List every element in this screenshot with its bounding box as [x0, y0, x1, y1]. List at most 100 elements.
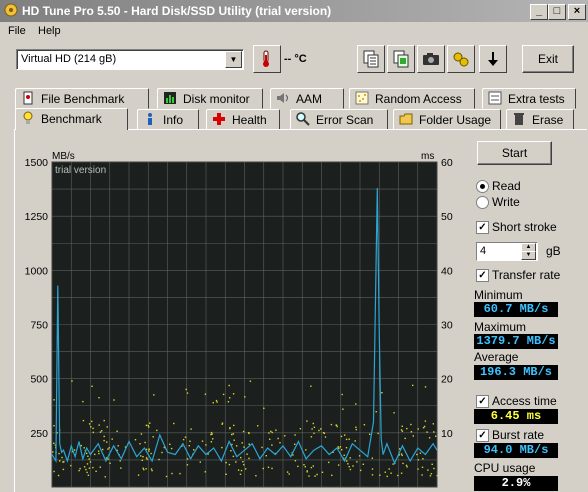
- access-time-point: [188, 445, 190, 447]
- burst-rate-checkbox[interactable]: ✓: [476, 429, 489, 442]
- access-time-point: [205, 444, 207, 446]
- access-time-point: [345, 447, 348, 449]
- access-time-point: [246, 453, 248, 455]
- access-time-point: [337, 464, 340, 466]
- access-time-point: [73, 449, 76, 451]
- burst-rate-label: Burst rate: [492, 428, 545, 442]
- access-time-point: [299, 428, 302, 430]
- access-time-point: [404, 437, 406, 440]
- menu-help[interactable]: Help: [38, 25, 61, 37]
- tab-file-benchmark[interactable]: File Benchmark: [15, 88, 149, 109]
- access-time-point: [232, 455, 235, 458]
- access-time-point: [248, 432, 250, 434]
- start-button[interactable]: Start: [477, 141, 552, 165]
- access-time-point: [139, 443, 141, 445]
- access-time-point: [410, 423, 412, 426]
- access-time-point: [267, 466, 270, 468]
- options-icon: [453, 52, 469, 67]
- maximize-button[interactable]: □: [548, 4, 566, 20]
- access-time-point: [179, 472, 181, 475]
- access-time-point: [297, 465, 299, 468]
- write-radio[interactable]: [476, 196, 489, 209]
- access-time-point: [161, 451, 163, 454]
- tab-health[interactable]: Health: [206, 109, 280, 130]
- chevron-down-icon[interactable]: ▼: [225, 51, 242, 68]
- access-time-point: [95, 470, 97, 472]
- access-time-point: [111, 438, 113, 440]
- copy-text-button[interactable]: [357, 45, 385, 73]
- access-time-point: [263, 407, 265, 409]
- access-time-point: [199, 461, 201, 463]
- copy-info-button[interactable]: [387, 45, 415, 73]
- access-time-point: [85, 468, 87, 471]
- access-time-point: [422, 458, 424, 460]
- access-time-point: [62, 468, 65, 471]
- stepper-down-icon[interactable]: ▼: [521, 251, 536, 260]
- tab-info[interactable]: Info: [137, 109, 199, 130]
- minimum-label: Minimum: [474, 288, 523, 302]
- short-stroke-stepper[interactable]: 4 ▲ ▼: [476, 242, 538, 261]
- access-time-point: [348, 466, 350, 468]
- drive-select[interactable]: Virtual HD (214 gB) ▼: [16, 49, 244, 70]
- tab-disk-monitor[interactable]: Disk monitor: [157, 88, 263, 109]
- short-stroke-checkbox[interactable]: ✓: [476, 221, 489, 234]
- random-access-icon: [355, 91, 369, 105]
- access-time-point: [98, 452, 100, 455]
- tab-label: Info: [163, 113, 184, 127]
- minimum-value: 60.7 MB/s: [474, 302, 558, 317]
- tab-benchmark[interactable]: Benchmark: [15, 108, 128, 130]
- access-time-label: Access time: [492, 394, 557, 408]
- options-button[interactable]: [447, 45, 475, 73]
- access-time-point: [436, 474, 438, 477]
- access-time-point: [412, 384, 414, 387]
- tab-random-access[interactable]: Random Access: [349, 88, 475, 109]
- save-down-button[interactable]: [479, 45, 507, 73]
- access-time-point: [151, 469, 153, 472]
- access-time-checkbox[interactable]: ✓: [476, 395, 489, 408]
- app-icon: [4, 3, 18, 17]
- access-time-point: [89, 461, 92, 463]
- access-time-point: [146, 458, 148, 460]
- temperature-button[interactable]: [253, 45, 281, 73]
- tab-aam[interactable]: AAM: [270, 88, 344, 109]
- access-time-point: [152, 436, 154, 438]
- short-stroke-label: Short stroke: [492, 220, 557, 234]
- access-time-point: [401, 454, 403, 457]
- access-time-point: [294, 460, 297, 462]
- access-time-point: [245, 468, 247, 470]
- access-time-point: [150, 452, 152, 455]
- tab-error-scan[interactable]: Error Scan: [290, 109, 388, 130]
- access-time-point: [233, 439, 235, 441]
- access-time-point: [314, 475, 316, 477]
- minimize-button[interactable]: _: [530, 4, 548, 20]
- y-left-tick-label: 250: [30, 428, 48, 440]
- access-time-point: [52, 451, 54, 453]
- access-time-point: [184, 436, 187, 438]
- access-time-point: [400, 472, 403, 474]
- tab-folder-usage[interactable]: Folder Usage: [393, 109, 501, 130]
- access-time-point: [165, 475, 168, 478]
- access-time-point: [237, 469, 240, 471]
- access-time-point: [355, 403, 357, 405]
- tab-extra-tests[interactable]: Extra tests: [482, 88, 576, 109]
- screenshot-button[interactable]: [417, 45, 445, 73]
- access-time-point: [342, 408, 344, 410]
- access-time-point: [90, 426, 92, 428]
- access-time-point: [428, 437, 431, 439]
- transfer-rate-checkbox[interactable]: ✓: [476, 269, 489, 282]
- close-button[interactable]: ×: [568, 4, 586, 20]
- access-time-point: [271, 444, 273, 446]
- menu-file[interactable]: File: [8, 25, 26, 37]
- benchmark-chart: MB/s ms 1500 1250 1000 750 500 250 60 50 40 30 20 1…: [25, 151, 463, 492]
- read-radio[interactable]: [476, 180, 489, 193]
- exit-button[interactable]: Exit: [522, 45, 574, 73]
- access-time-point: [435, 435, 437, 437]
- access-time-point: [78, 469, 80, 472]
- access-time-point: [363, 424, 366, 426]
- access-time-point: [91, 420, 93, 423]
- tab-erase[interactable]: Erase: [506, 109, 574, 130]
- access-time-point: [419, 452, 422, 454]
- access-time-point: [143, 469, 145, 471]
- access-time-point: [312, 465, 314, 467]
- trial-watermark: trial version: [55, 165, 106, 176]
